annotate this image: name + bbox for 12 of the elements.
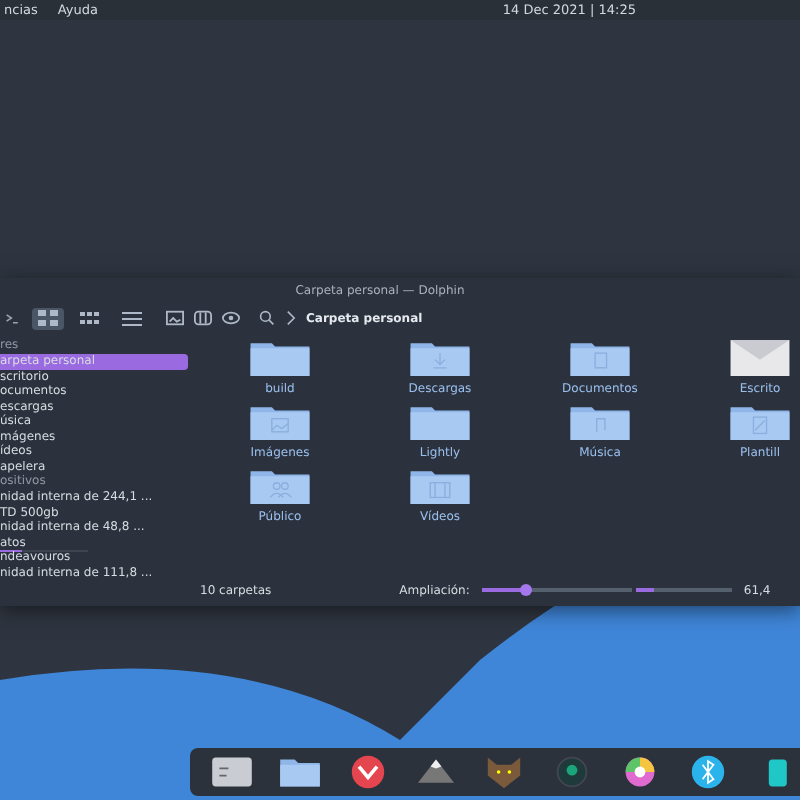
folder-icon[interactable] <box>278 754 322 790</box>
chevron-icon <box>286 310 296 326</box>
icons-view-button[interactable] <box>32 307 64 329</box>
v-logo-icon[interactable] <box>346 754 390 790</box>
split-view-icon[interactable] <box>194 310 212 326</box>
preview-icon[interactable] <box>166 310 184 326</box>
terminal-icon[interactable] <box>4 310 22 326</box>
terminal-icon[interactable] <box>210 754 254 790</box>
search-icon[interactable] <box>258 310 276 326</box>
bluetooth-icon[interactable] <box>686 754 730 790</box>
details-view-button[interactable] <box>116 307 148 329</box>
eye-icon[interactable] <box>222 310 240 326</box>
